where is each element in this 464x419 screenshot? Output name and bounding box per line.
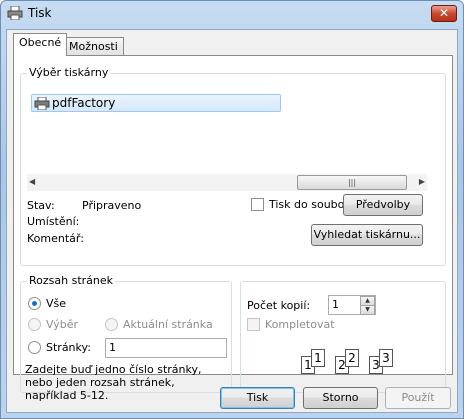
range-all-radio[interactable]: [28, 297, 41, 310]
preferences-button[interactable]: Předvolby: [343, 194, 423, 216]
tab-general[interactable]: Obecné: [13, 33, 68, 56]
printer-icon: [7, 6, 23, 20]
printer-icon: [34, 97, 50, 110]
collate-page-icon: 2: [345, 349, 359, 367]
scroll-thumb-grip: |||: [347, 178, 357, 187]
printer-selection-group: Výběr tiskárny pdfFactory ◀ ||| ▶ Stav: …: [20, 66, 446, 266]
page-range-hint: Zadejte buď jedno číslo stránky, nebo je…: [25, 363, 202, 402]
apply-button[interactable]: Použít: [385, 387, 451, 409]
status-value: Připraveno: [82, 199, 142, 212]
scroll-thumb[interactable]: |||: [297, 175, 407, 190]
page-range-group-title: Rozsah stránek: [27, 274, 116, 287]
range-pages-radio[interactable]: [28, 341, 41, 354]
range-current-page-radio[interactable]: [105, 318, 118, 331]
printer-item-label: pdfFactory: [52, 96, 116, 110]
print-button[interactable]: Tisk: [220, 387, 295, 409]
title-bar[interactable]: Tisk ✕: [1, 1, 463, 27]
range-selection-label[interactable]: Výběr: [46, 318, 78, 331]
collate-page-icon: 3: [379, 349, 393, 367]
printer-group-title: Výběr tiskárny: [27, 66, 111, 79]
printer-list-hscrollbar[interactable]: ◀ ||| ▶: [27, 174, 427, 191]
window-title: Tisk: [28, 6, 52, 20]
location-label: Umístění:: [27, 215, 80, 228]
page-range-group: Rozsah stránek Vše Výběr Aktuální stránk…: [20, 274, 232, 402]
copies-group: Počet kopií: 1 ▲ ▼ Kompletovat 1 1 2 2 3…: [240, 281, 446, 393]
printer-item-pdffactory[interactable]: pdfFactory: [31, 94, 281, 112]
close-icon: ✕: [438, 6, 450, 20]
collate-label[interactable]: Kompletovat: [265, 318, 335, 331]
dialog-client-area: Obecné Možnosti Výběr tiskárny pdfFactor…: [6, 29, 458, 413]
close-button[interactable]: ✕: [431, 5, 457, 22]
pages-input[interactable]: 1: [105, 338, 227, 358]
range-pages-label[interactable]: Stránky:: [46, 341, 91, 354]
collate-page-icon: 1: [311, 349, 325, 367]
print-to-file-checkbox[interactable]: [251, 198, 264, 211]
collate-checkbox[interactable]: [247, 318, 260, 331]
range-current-page-label[interactable]: Aktuální stránka: [123, 318, 213, 331]
scroll-left-icon[interactable]: ◀: [29, 177, 35, 186]
status-label: Stav:: [27, 199, 55, 212]
find-printer-button[interactable]: Vyhledat tiskárnu...: [311, 224, 423, 246]
comment-label: Komentář:: [27, 232, 84, 245]
range-all-label[interactable]: Vše: [46, 297, 66, 310]
print-dialog-window: Tisk ✕ Obecné Možnosti Výběr tiskárny pd…: [0, 0, 464, 419]
tab-panel-general: Výběr tiskárny pdfFactory ◀ ||| ▶ Stav: …: [13, 55, 453, 402]
scroll-right-icon[interactable]: ▶: [419, 177, 425, 186]
copies-decrement-button[interactable]: ▼: [360, 305, 375, 315]
copies-label: Počet kopií:: [247, 299, 311, 312]
cancel-button[interactable]: Storno: [303, 387, 378, 409]
tab-options[interactable]: Možnosti: [63, 37, 124, 56]
printer-list[interactable]: pdfFactory: [27, 90, 427, 174]
range-selection-radio[interactable]: [28, 318, 41, 331]
